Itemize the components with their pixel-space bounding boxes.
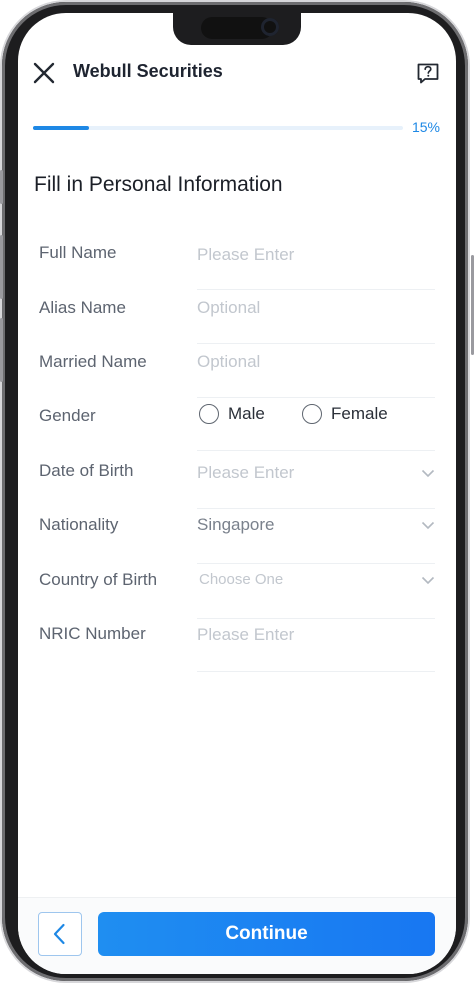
chevron-left-icon <box>53 923 65 945</box>
side-button <box>0 235 3 299</box>
nric-number-placeholder: Please Enter <box>197 625 295 644</box>
page-title: Webull Securities <box>73 61 223 81</box>
country-of-birth-placeholder: Choose One <box>199 571 284 588</box>
married-name-input[interactable]: Optional <box>197 352 435 378</box>
divider <box>197 289 435 290</box>
country-of-birth-select[interactable]: Choose One <box>197 570 435 596</box>
country-of-birth-label: Country of Birth <box>39 570 158 589</box>
progress-percent: 15% <box>411 119 440 135</box>
gender-female-label: Female <box>331 404 388 423</box>
married-name-label: Married Name <box>39 352 147 371</box>
divider <box>197 508 435 509</box>
app-screen: Webull Securities 15% Fill in Personal I… <box>18 13 456 974</box>
close-icon[interactable] <box>30 59 58 87</box>
nric-number-label: NRIC Number <box>39 624 146 643</box>
top-nav-bar: Webull Securities <box>18 53 456 103</box>
form-title: Fill in Personal Information <box>34 173 283 196</box>
married-name-placeholder: Optional <box>197 352 261 371</box>
date-of-birth-select[interactable]: Please Enter <box>197 463 435 489</box>
nationality-label: Nationality <box>39 515 119 534</box>
divider <box>197 343 435 344</box>
chevron-down-icon <box>421 469 435 478</box>
help-icon[interactable] <box>416 61 440 85</box>
back-button[interactable] <box>38 912 82 956</box>
full-name-label: Full Name <box>39 243 117 262</box>
full-name-placeholder: Please Enter <box>197 245 295 264</box>
progress-bar-fill <box>33 126 89 130</box>
chevron-down-icon <box>421 521 435 530</box>
alias-name-input[interactable]: Optional <box>197 298 435 324</box>
side-button <box>0 318 3 382</box>
side-button <box>0 170 3 204</box>
radio-circle-icon <box>199 404 219 424</box>
radio-circle-icon <box>302 404 322 424</box>
divider <box>197 671 435 672</box>
divider <box>197 397 435 398</box>
chevron-down-icon <box>421 576 435 585</box>
alias-name-placeholder: Optional <box>197 298 261 317</box>
divider <box>197 450 435 451</box>
alias-name-label: Alias Name <box>39 298 126 317</box>
full-name-input[interactable]: Please Enter <box>197 245 435 271</box>
date-of-birth-placeholder: Please Enter <box>197 463 295 482</box>
date-of-birth-label: Date of Birth <box>39 461 134 480</box>
camera-notch <box>173 13 301 45</box>
gender-male-label: Male <box>228 404 265 423</box>
gender-label: Gender <box>39 406 96 425</box>
progress-bar <box>33 126 403 130</box>
nationality-select[interactable]: Singapore <box>197 515 435 541</box>
bottom-action-bar: Continue <box>18 897 456 974</box>
nric-number-input[interactable]: Please Enter <box>197 625 435 651</box>
nationality-value: Singapore <box>197 515 275 534</box>
gender-female-radio[interactable]: Female <box>302 404 388 424</box>
front-camera <box>261 18 279 36</box>
divider <box>197 563 435 564</box>
continue-button[interactable]: Continue <box>98 912 435 956</box>
gender-male-radio[interactable]: Male <box>199 404 265 424</box>
divider <box>197 618 435 619</box>
